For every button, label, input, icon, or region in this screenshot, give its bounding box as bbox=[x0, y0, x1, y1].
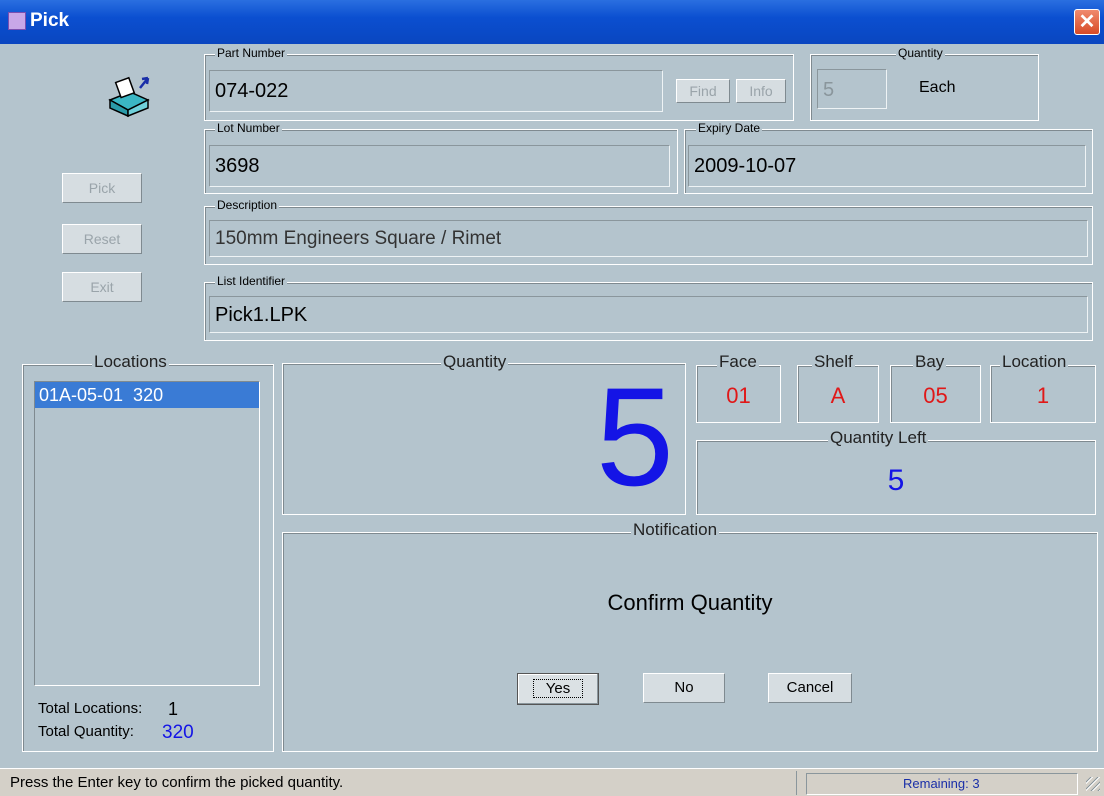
remaining-panel: Remaining: 3 bbox=[806, 773, 1078, 795]
description-field[interactable]: 150mm Engineers Square / Rimet bbox=[209, 220, 1088, 257]
status-message: Press the Enter key to confirm the picke… bbox=[10, 774, 344, 791]
window-title: Pick bbox=[30, 10, 70, 31]
title-bar[interactable]: Pick bbox=[0, 0, 1104, 44]
quantity-header-label: Quantity bbox=[896, 46, 945, 60]
total-quantity-label: Total Quantity: bbox=[38, 723, 134, 740]
part-number-field[interactable]: 074-022 bbox=[209, 70, 663, 112]
find-button[interactable]: Find bbox=[676, 79, 730, 103]
list-item[interactable]: 01A-05-01 320 bbox=[35, 382, 259, 408]
status-bar: Press the Enter key to confirm the picke… bbox=[0, 768, 1104, 796]
expiry-date-field[interactable]: 2009-10-07 bbox=[688, 145, 1086, 187]
quantity-left-value: 5 bbox=[887, 464, 905, 497]
reset-button[interactable]: Reset bbox=[62, 224, 142, 254]
pick-button[interactable]: Pick bbox=[62, 173, 142, 203]
bay-value: 05 bbox=[923, 383, 948, 408]
quantity-left-label: Quantity Left bbox=[828, 428, 929, 448]
yes-button-label: Yes bbox=[532, 679, 584, 698]
notification-group bbox=[282, 532, 1098, 752]
locations-list[interactable]: 01A-05-01 320 bbox=[34, 381, 260, 686]
pick-quantity-label: Quantity bbox=[441, 352, 509, 372]
exit-button[interactable]: Exit bbox=[62, 272, 142, 302]
exit-button-label: Exit bbox=[90, 279, 114, 295]
location-value: 1 bbox=[1036, 383, 1050, 408]
app-icon bbox=[8, 12, 26, 30]
notification-message: Confirm Quantity bbox=[607, 590, 773, 615]
pick-box-icon bbox=[104, 74, 154, 118]
list-identifier-field[interactable]: Pick1.LPK bbox=[209, 296, 1088, 333]
shelf-value: A bbox=[830, 383, 846, 408]
description-label: Description bbox=[215, 198, 280, 212]
face-value: 01 bbox=[726, 383, 751, 408]
total-quantity-value: 320 bbox=[162, 722, 194, 743]
no-button[interactable]: No bbox=[643, 673, 725, 703]
quantity-unit: Each bbox=[919, 79, 956, 96]
total-locations-label: Total Locations: bbox=[38, 700, 143, 717]
close-button[interactable]: ✕ bbox=[1074, 9, 1100, 35]
yes-button[interactable]: Yes bbox=[517, 673, 599, 705]
notification-label: Notification bbox=[631, 520, 720, 540]
info-button-label: Info bbox=[749, 83, 773, 99]
remaining-text: Remaining: 3 bbox=[903, 776, 980, 791]
shelf-label: Shelf bbox=[812, 352, 855, 372]
locations-label: Locations bbox=[92, 352, 169, 372]
pick-quantity-value: 5 bbox=[596, 358, 674, 515]
pick-button-label: Pick bbox=[88, 180, 116, 196]
part-number-label: Part Number bbox=[215, 46, 288, 60]
resize-grip-icon[interactable] bbox=[1086, 777, 1100, 791]
find-button-label: Find bbox=[689, 83, 717, 99]
location-label: Location bbox=[1000, 352, 1069, 372]
face-label: Face bbox=[717, 352, 759, 372]
list-identifier-label: List Identifier bbox=[215, 274, 288, 288]
cancel-button-label: Cancel bbox=[786, 679, 834, 696]
info-button[interactable]: Info bbox=[736, 79, 786, 103]
lot-number-label: Lot Number bbox=[215, 121, 282, 135]
expiry-date-label: Expiry Date bbox=[696, 121, 763, 135]
status-divider bbox=[796, 771, 797, 795]
no-button-label: No bbox=[674, 679, 694, 696]
bay-label: Bay bbox=[913, 352, 947, 372]
cancel-button[interactable]: Cancel bbox=[768, 673, 852, 703]
total-locations-value: 1 bbox=[168, 699, 179, 719]
close-icon: ✕ bbox=[1078, 11, 1096, 33]
quantity-field[interactable]: 5 bbox=[817, 69, 887, 109]
reset-button-label: Reset bbox=[83, 231, 121, 247]
lot-number-field[interactable]: 3698 bbox=[209, 145, 670, 187]
